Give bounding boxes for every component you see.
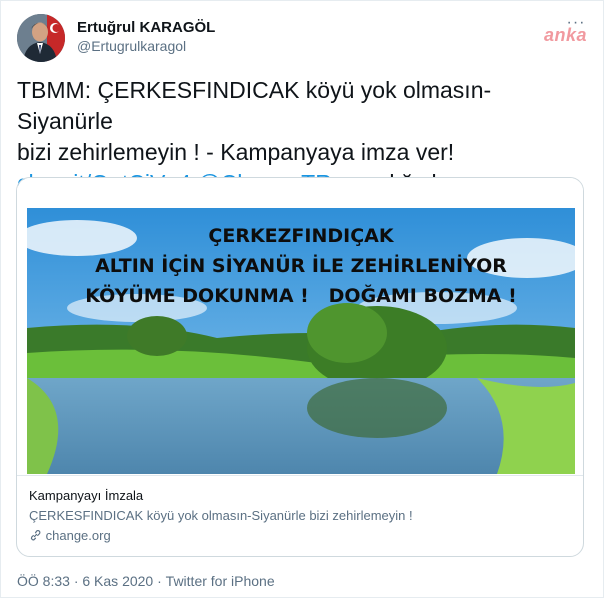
card-meta: Kampanyayı İmzala ÇERKESFINDICAK köyü yo… <box>17 475 583 556</box>
card-domain-row: change.org <box>29 528 111 543</box>
tweet-time[interactable]: ÖÖ 8:33 <box>17 573 70 589</box>
tweet-text-line2: bizi zehirlemeyin ! - Kampanyaya imza ve… <box>17 139 455 165</box>
card-image-line3: KÖYÜME DOKUNMA ! DOĞAMI BOZMA ! <box>85 283 517 307</box>
tweet-date[interactable]: 6 Kas 2020 <box>82 573 153 589</box>
card-description: ÇERKESFINDICAK köyü yok olmasın-Siyanürl… <box>29 508 413 523</box>
tweet-header: Ertuğrul KARAGÖL @Ertugrulkaragol ··· <box>17 14 589 64</box>
user-names: Ertuğrul KARAGÖL @Ertugrulkaragol <box>77 19 215 55</box>
tweet-footer: ÖÖ 8:33 · 6 Kas 2020 · Twitter for iPhon… <box>17 573 275 589</box>
user-handle[interactable]: @Ertugrulkaragol <box>77 37 215 55</box>
tweet: Ertuğrul KARAGÖL @Ertugrulkaragol ··· an… <box>0 0 604 598</box>
footer-separator: · <box>73 573 79 589</box>
avatar[interactable] <box>17 14 65 62</box>
card-image: ÇERKEZFINDIÇAK ALTIN İÇİN SİYANÜR İLE ZE… <box>17 178 583 474</box>
card-domain: change.org <box>45 528 111 543</box>
card-image-line2: ALTIN İÇİN SİYANÜR İLE ZEHİRLENİYOR <box>95 253 507 277</box>
card-title: Kampanyayı İmzala <box>29 488 144 503</box>
avatar-photo <box>17 14 65 62</box>
display-name[interactable]: Ertuğrul KARAGÖL <box>77 19 215 37</box>
footer-separator: · <box>157 573 162 589</box>
link-icon <box>29 528 46 543</box>
watermark-logo: anka <box>543 25 587 45</box>
tweet-source[interactable]: Twitter for iPhone <box>166 573 275 589</box>
card-image-line1: ÇERKEZFINDIÇAK <box>208 225 394 247</box>
tweet-text-line1: TBMM: ÇERKESFINDICAK köyü yok olmasın-Si… <box>17 77 492 134</box>
link-card[interactable]: ÇERKEZFINDIÇAK ALTIN İÇİN SİYANÜR İLE ZE… <box>16 177 584 557</box>
